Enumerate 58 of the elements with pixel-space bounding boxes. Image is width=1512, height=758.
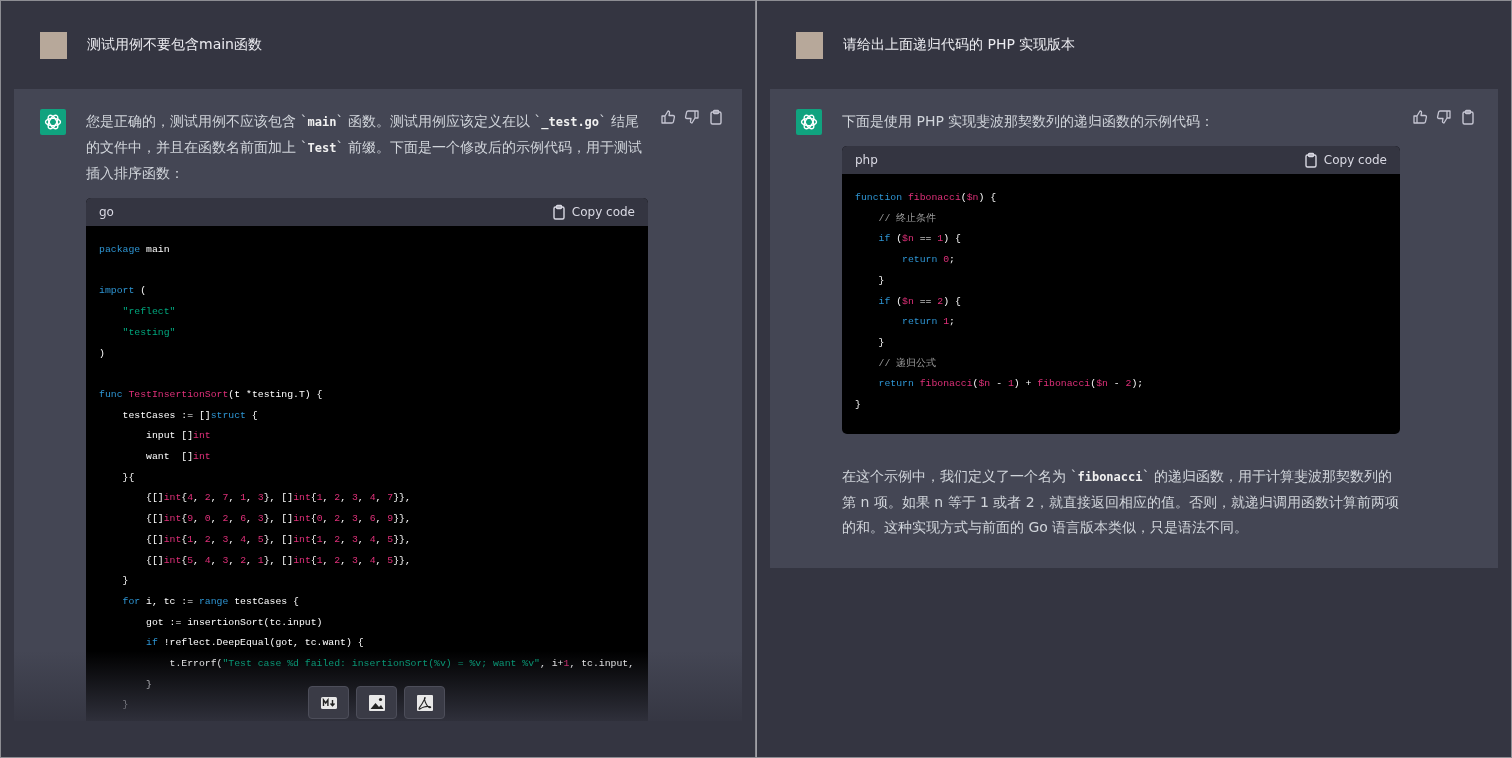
thumbs-up-icon[interactable]: [660, 109, 676, 125]
user-message: 测试用例不要包含main函数: [87, 36, 262, 54]
image-icon: [367, 693, 386, 712]
code-line: {[]int{4, 2, 7, 1, 3}, []int{1, 2, 3, 4, 7}},: [145, 491, 411, 506]
clipboard-icon: [550, 204, 567, 220]
code-line: ): [99, 346, 105, 361]
avatar-placeholder: [796, 31, 823, 59]
code-line: }: [855, 398, 861, 413]
reply-text: 在这个示例中，我们定义了一个名为 `fibonacci` 的递归函数，用于计算斐波那契数列的第 n 项。如果 n 等于 1 或者 2，就直接返回相应的值。否则，就递归调用函数计算前两项的和。这种实现方式与前面的 Go 语言版本类似，只是语法不同。: [842, 466, 1400, 537]
reply-text: 您是正确的，测试用例不应该包含 `main` 函数。测试用例应该定义在以 `_test.go` 结尾的文件中，并且在函数名前面加上 `Test` 前缀。下面是一个修改后的示例代码，用于测试插入排序函数：: [86, 112, 643, 183]
reply-text: 下面是使用 PHP 实现斐波那契数列的递归函数的示例代码：: [842, 112, 1216, 131]
code-line: return 0;: [901, 253, 955, 268]
code-line: return fibonacci($n - 1) + fibonacci($n - 2);: [877, 377, 1144, 392]
code-line: package main: [99, 243, 170, 257]
copy-code-button[interactable]: Copy code: [550, 204, 635, 220]
code-line: {[]int{1, 2, 3, 4, 5}, []int{1, 2, 3, 4, 5}},: [145, 532, 411, 547]
thumbs-down-icon[interactable]: [1436, 109, 1452, 125]
pdf-icon: [415, 693, 434, 712]
pdf-export-button[interactable]: [404, 686, 445, 719]
code-line: // 递归公式: [877, 356, 937, 371]
code-line: }: [877, 335, 885, 350]
copy-code-button[interactable]: Copy code: [1302, 152, 1387, 168]
code-line: if !reflect.DeepEqual(got, tc.want) {: [145, 636, 364, 651]
language-label: php: [855, 153, 878, 167]
code-line: import (: [99, 284, 147, 299]
code-line: for i, tc := range testCases {: [121, 594, 299, 609]
code-line: if ($n == 2) {: [877, 294, 961, 309]
code-line: t.Errorf("Test case %d failed: insertionSort(%v) = %v; want %v", i+1, tc.input,: [168, 657, 635, 672]
code-line: input []int: [145, 429, 211, 444]
avatar-placeholder: [40, 31, 67, 59]
thumbs-down-icon[interactable]: [684, 109, 700, 125]
code-line: }: [877, 273, 885, 288]
code-line: "testing": [121, 325, 176, 340]
code-line: if ($n == 1) {: [877, 232, 961, 247]
clipboard-icon[interactable]: [708, 109, 724, 125]
image-export-button[interactable]: [356, 686, 397, 719]
code-line: }: [121, 574, 129, 589]
assistant-avatar-icon: [40, 109, 66, 135]
language-label: go: [99, 205, 114, 219]
code-line: "reflect": [121, 305, 176, 320]
code-line: testCases := []struct {: [121, 408, 258, 423]
code-line: return 1;: [901, 315, 955, 330]
code-line: {[]int{5, 4, 3, 2, 1}, []int{1, 2, 3, 4, 5}},: [145, 553, 411, 568]
code-line: want []int: [145, 450, 211, 464]
markdown-export-button[interactable]: [308, 686, 349, 719]
thumbs-up-icon[interactable]: [1412, 109, 1428, 125]
code-line: got := insertionSort(tc.input): [145, 615, 323, 630]
assistant-avatar-icon: [796, 109, 822, 135]
code-line: // 终止条件: [877, 211, 937, 226]
code-line: function fibonacci($n) {: [855, 191, 997, 205]
user-message: 请给出上面递归代码的 PHP 实现版本: [843, 36, 1076, 54]
code-line: {[]int{9, 0, 2, 6, 3}, []int{0, 2, 3, 6, 9}},: [145, 512, 411, 527]
code-line: }: [145, 677, 152, 692]
code-line: }{: [121, 470, 135, 485]
clipboard-icon[interactable]: [1460, 109, 1476, 125]
clipboard-icon: [1302, 152, 1319, 168]
code-line: }: [121, 698, 129, 713]
code-line: func TestInsertionSort(t *testing.T) {: [99, 387, 323, 402]
